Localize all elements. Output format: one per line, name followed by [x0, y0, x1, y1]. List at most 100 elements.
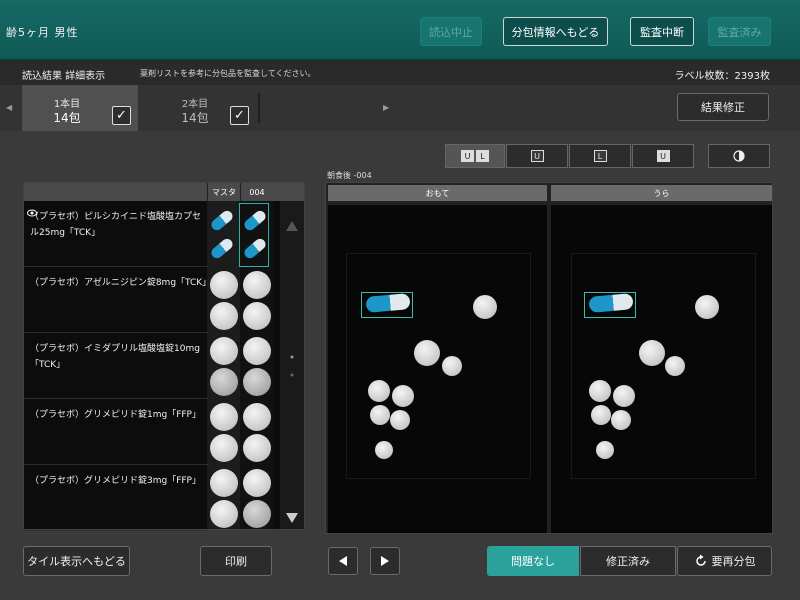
tablet-image [414, 340, 440, 366]
drug-row[interactable]: （プラセボ）グリメピリド錠1mg「FFP」 [24, 399, 208, 465]
drug-row[interactable]: （プラセボ）グリメピリド錠3mg「FFP」 [24, 465, 208, 531]
tablet-image [368, 380, 390, 402]
drug-list-panel: マスタ 004 （プラセボ）ピルシカイニド塩酸塩カプセル25mg「TCK」 （プ… [23, 182, 305, 531]
tablet-image [473, 295, 497, 319]
eye-icon[interactable] [27, 209, 37, 217]
tablet-sample-image [243, 368, 271, 396]
tablet-image [665, 356, 685, 376]
upper-view-icon: U [530, 150, 544, 162]
image-panel: おもて うら [325, 182, 773, 534]
back-header: うら [551, 185, 772, 201]
tab-second[interactable]: 2本目 14包 ✓ [150, 85, 260, 131]
tablet-image [375, 441, 393, 459]
column-004: 004 [240, 183, 273, 201]
instruction-text: 薬剤リストを参考に分包品を監査してください。 [140, 69, 316, 78]
tablet-sample-image [243, 403, 271, 431]
fixed-button[interactable]: 修正済み [580, 546, 676, 576]
redispense-label: 要再分包 [711, 555, 756, 568]
back-dispense-button[interactable]: 分包情報へもどる [503, 17, 608, 46]
drug-name: （プラセボ）イミダプリル塩酸塩錠10mg「TCK」 [30, 344, 200, 370]
triangle-right-icon [381, 556, 389, 566]
drug-name: （プラセボ）アゼルニジピン錠8mg「TCK」 [30, 278, 212, 288]
next-button[interactable] [370, 547, 400, 575]
front-image[interactable] [328, 205, 547, 533]
contrast-button[interactable] [708, 144, 770, 168]
prev-button[interactable] [328, 547, 358, 575]
view-upper-button[interactable]: U [506, 144, 568, 168]
tablet-sample-image [243, 500, 271, 528]
tab-first[interactable]: 1本目 14包 ✓ [22, 85, 138, 131]
drug-name: （プラセボ）グリメピリド錠1mg「FFP」 [30, 410, 201, 420]
tablet-image [596, 441, 614, 459]
tablet-master-image [210, 302, 238, 330]
tab-second-checkbox[interactable]: ✓ [230, 106, 249, 125]
tablet-sample-image [243, 469, 271, 497]
top-bar: 齢5ヶ月 男性 読込中止 分包情報へもどる 監査中断 監査済み [0, 0, 800, 60]
sub-header: 読込結果 詳細表示 薬剤リストを参考に分包品を監査してください。 ラベル枚数：2… [0, 60, 800, 85]
tab-divider [258, 93, 260, 123]
tab-left-arrow-icon[interactable]: ◀ [6, 103, 12, 112]
tab-first-checkbox[interactable]: ✓ [112, 106, 131, 125]
lower-view-icon: L [593, 150, 607, 162]
no-problem-button[interactable]: 問題なし [487, 546, 579, 576]
tab-second-count: 14包 [181, 111, 209, 125]
tablet-master-image [210, 403, 238, 431]
tablet-master-image [210, 500, 238, 528]
tablet-master-image [210, 434, 238, 462]
read-stop-button[interactable]: 読込中止 [420, 17, 482, 46]
drug-name: （プラセボ）ピルシカイニド塩酸塩カプセル25mg「TCK」 [30, 212, 202, 238]
audit-done-button[interactable]: 監査済み [708, 17, 771, 46]
tablet-master-image [210, 337, 238, 365]
tab-second-title: 2本目 [181, 99, 209, 110]
result-fix-button[interactable]: 結果修正 [677, 93, 769, 121]
front-header: おもて [328, 185, 547, 201]
tablet-image [611, 410, 631, 430]
drug-list-header: マスタ 004 [24, 183, 304, 201]
tablet-sample-image [243, 302, 271, 330]
drug-name: （プラセボ）グリメピリド錠3mg「FFP」 [30, 476, 201, 486]
view-both-button[interactable]: U L [445, 144, 505, 168]
view-flip-button[interactable]: U [632, 144, 694, 168]
triangle-left-icon [339, 556, 347, 566]
image-view-label: 朝食後 -004 [327, 171, 372, 180]
drug-row[interactable]: （プラセボ）ピルシカイニド塩酸塩カプセル25mg「TCK」 [24, 201, 208, 267]
scrollbar-graphic [286, 221, 298, 523]
drug-row[interactable]: （プラセボ）アゼルニジピン錠8mg「TCK」 [24, 267, 212, 333]
tablet-image [390, 410, 410, 430]
drug-row[interactable]: （プラセボ）イミダプリル塩酸塩錠10mg「TCK」 [24, 333, 208, 399]
tablet-image [370, 405, 390, 425]
drug-list-scrollbar[interactable] [280, 201, 304, 529]
label-count: ラベル枚数：2393枚 [674, 71, 770, 82]
redispense-button[interactable]: 要再分包 [677, 546, 772, 576]
audit-pause-button[interactable]: 監査中断 [630, 17, 694, 46]
tab-first-title: 1本目 [53, 99, 81, 110]
flip-view-icon: U [656, 150, 670, 162]
tablet-sample-image [243, 271, 271, 299]
tab-row: ◀ 1本目 14包 ✓ 2本目 14包 ✓ ▶ 結果修正 [0, 85, 800, 131]
back-tile-button[interactable]: タイル表示へもどる [23, 546, 130, 576]
capsule-highlight [584, 292, 636, 318]
mode-label: 読込結果 詳細表示 [22, 71, 106, 82]
tablet-master-image [210, 368, 238, 396]
upper-view-icon: U [461, 150, 474, 162]
tablet-image [591, 405, 611, 425]
column-master: マスタ [207, 183, 240, 201]
tablet-image [695, 295, 719, 319]
packet-outline [346, 253, 531, 479]
tablet-image [639, 340, 665, 366]
print-button[interactable]: 印刷 [200, 546, 272, 576]
tab-right-arrow-icon[interactable]: ▶ [383, 103, 389, 112]
half-circle-icon [733, 150, 745, 162]
tab-first-count: 14包 [53, 111, 81, 125]
capsule-highlight [361, 292, 413, 318]
tablet-master-image [210, 271, 238, 299]
back-image[interactable] [551, 205, 772, 533]
tablet-image [392, 385, 414, 407]
patient-title: 齢5ヶ月 男性 [6, 26, 79, 39]
view-lower-button[interactable]: L [569, 144, 631, 168]
redo-icon [695, 554, 706, 566]
tablet-sample-image [243, 434, 271, 462]
tablet-master-image [210, 469, 238, 497]
lower-view-icon: L [476, 150, 489, 162]
tablet-sample-image [243, 337, 271, 365]
